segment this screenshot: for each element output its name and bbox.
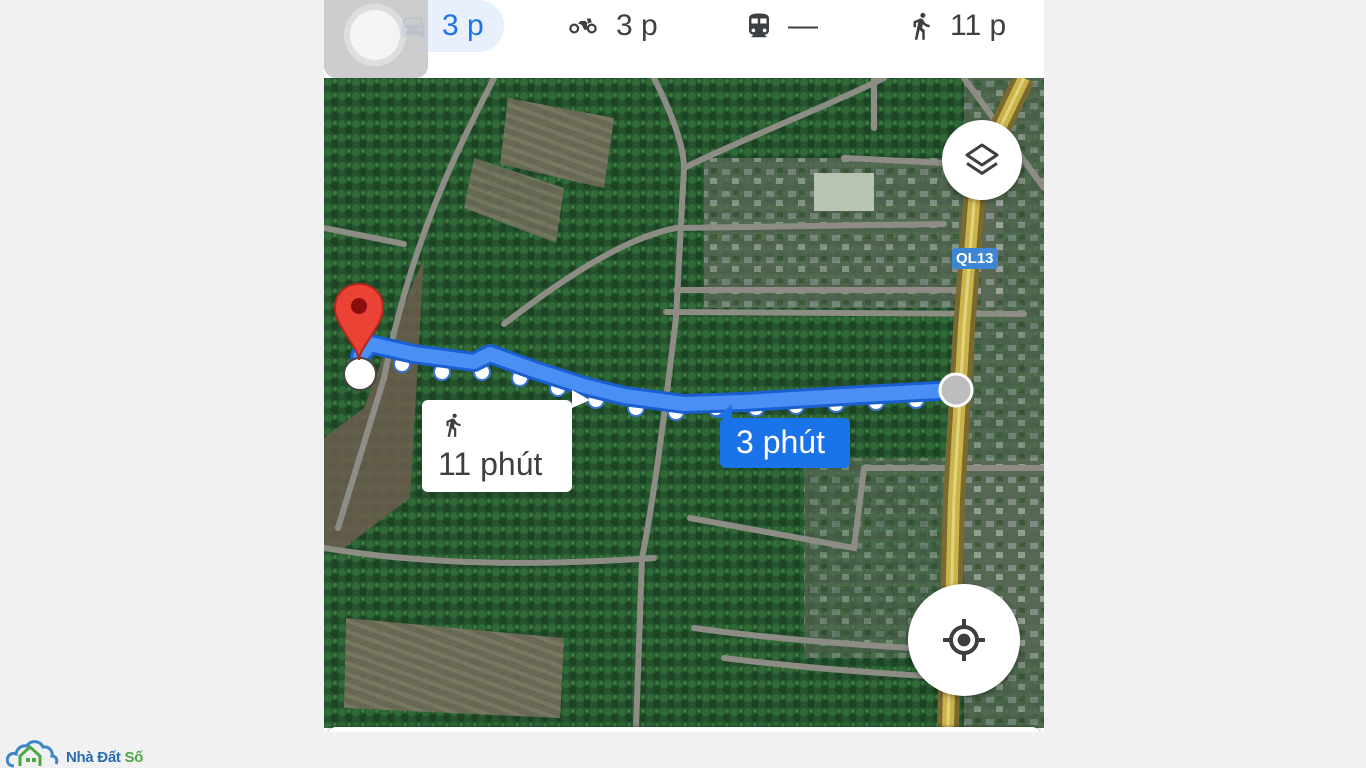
my-location-icon	[943, 619, 985, 661]
back-button-ring	[344, 4, 406, 66]
walk-duration-callout[interactable]: 11 phút	[422, 400, 572, 492]
watermark-brand-text: Nhà Đất Số	[66, 749, 143, 766]
walk-duration-text: 11 phút	[438, 446, 543, 482]
mode-tab-transit[interactable]: —	[744, 0, 818, 52]
walk-time: 11 p	[950, 9, 1007, 42]
map-view[interactable]: QL13 11 phút 3 phút	[324, 78, 1044, 728]
walk-callout-tail	[572, 390, 590, 408]
maps-screen: 3 p 3 p — 11 p QL13 11 phút 3 phút	[324, 0, 1044, 732]
travel-mode-bar: 3 p 3 p — 11 p	[324, 0, 1044, 78]
map-pin-icon[interactable]	[332, 282, 386, 360]
mode-tab-walk[interactable]: 11 p	[906, 0, 1006, 52]
drive-duration-callout[interactable]: 3 phút	[720, 418, 850, 468]
walk-icon	[446, 413, 461, 437]
layers-icon	[965, 143, 999, 175]
brand-part1: Nhà Đất	[66, 749, 121, 766]
transit-time: —	[788, 9, 818, 42]
mode-tab-motorbike[interactable]: 3 p	[564, 0, 658, 52]
highway-label: QL13	[952, 248, 998, 269]
motorbike-time: 3 p	[616, 9, 658, 42]
brand-part2: Số	[124, 749, 144, 766]
watermark-logo: Nhà Đất Số	[6, 732, 143, 768]
my-location-button[interactable]	[908, 584, 1020, 696]
bottom-sheet-edge[interactable]	[328, 727, 1040, 732]
car-time: 3 p	[442, 9, 484, 42]
train-icon	[749, 13, 769, 38]
drive-callout-tail	[716, 404, 732, 418]
walk-icon	[913, 12, 930, 40]
layers-button[interactable]	[942, 120, 1022, 200]
drive-duration-text: 3 phút	[736, 424, 825, 460]
back-button[interactable]	[324, 0, 428, 78]
house-cloud-logo-icon	[6, 740, 59, 768]
motorbike-icon	[569, 18, 597, 34]
